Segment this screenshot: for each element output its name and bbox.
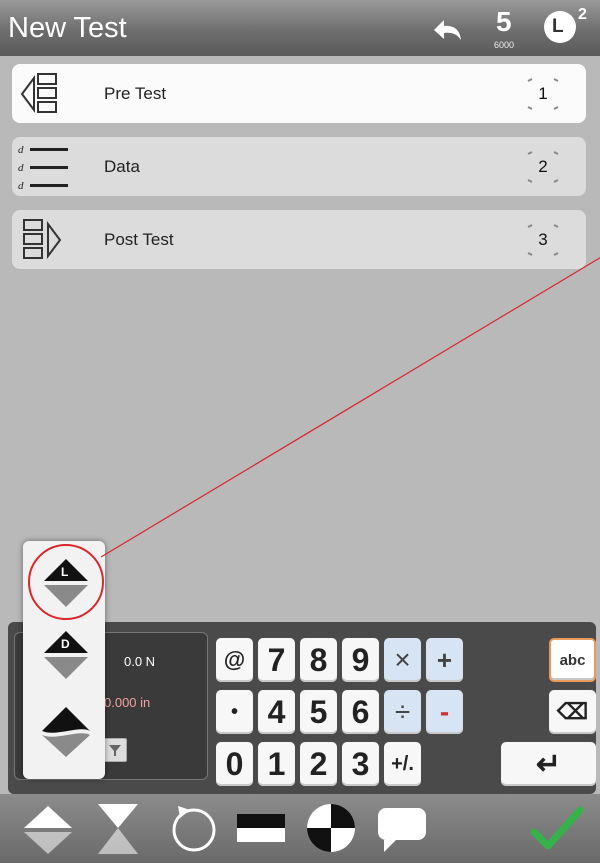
callout-annotation [28, 257, 600, 620]
confirm-check-icon[interactable] [528, 798, 584, 858]
bottom-toolbar [0, 794, 600, 863]
up-down-arrows-icon[interactable] [20, 798, 76, 858]
rotate-icon[interactable] [166, 798, 222, 858]
comment-icon[interactable] [374, 798, 430, 858]
bar-icon[interactable] [233, 798, 289, 858]
hourglass-icon[interactable] [90, 798, 146, 858]
quadrant-icon[interactable] [303, 798, 359, 858]
